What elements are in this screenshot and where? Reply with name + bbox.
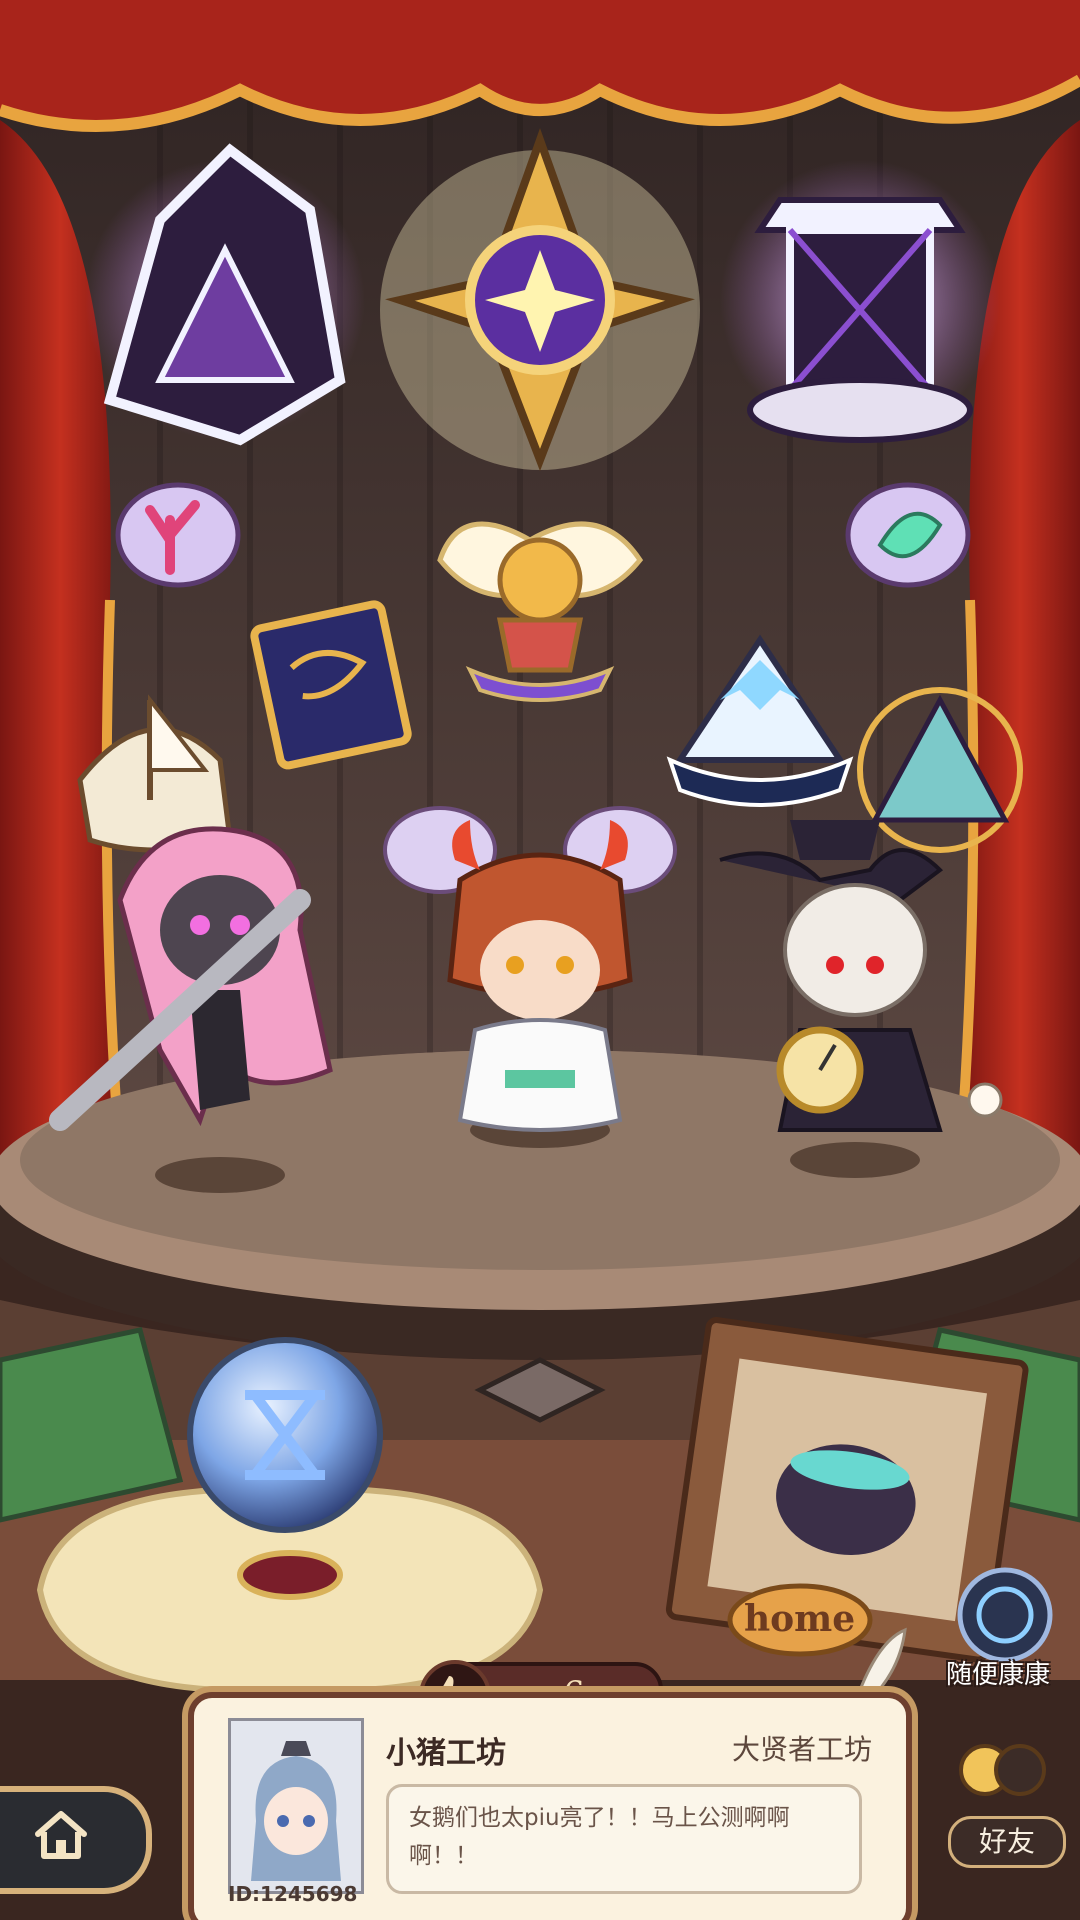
coral-badge-icon [115, 482, 241, 588]
house-icon [35, 1811, 87, 1859]
workshop-profile-card: ID:1245698 小猪工坊 大贤者工坊 女鹅们也太piu亮了！！马上公测啊啊… [188, 1692, 912, 1920]
workshop-owner-title: 大贤者工坊 [731, 1733, 872, 1766]
portal-icon [957, 1567, 1053, 1663]
message-box: 女鹅们也太piu亮了！！马上公测啊啊啊！！ [386, 1784, 862, 1894]
friends-button[interactable]: 好友 [948, 1816, 1066, 1868]
avatar[interactable] [228, 1718, 364, 1894]
lantern-emblem-icon [720, 160, 1000, 443]
random-visit-label[interactable]: 随便康康 [946, 1654, 1050, 1691]
leaf-badge-icon [845, 482, 971, 588]
stage-background [0, 0, 1080, 1796]
friends-icon [959, 1744, 1046, 1796]
message-text: 女鹅们也太piu亮了！！马上公测啊啊啊！！ [409, 1805, 790, 1869]
home-sign-label[interactable]: home [744, 1598, 855, 1640]
stage-scene: home 随便康康 6 ID:1245698 小猪工坊 大贤者工坊 女鹅们也太p… [0, 0, 1080, 1920]
spellbook-icon [250, 600, 412, 770]
home-button[interactable] [0, 1786, 152, 1894]
workshop-name: 小猪工坊 [386, 1736, 506, 1771]
user-id: ID:1245698 [228, 1882, 358, 1906]
